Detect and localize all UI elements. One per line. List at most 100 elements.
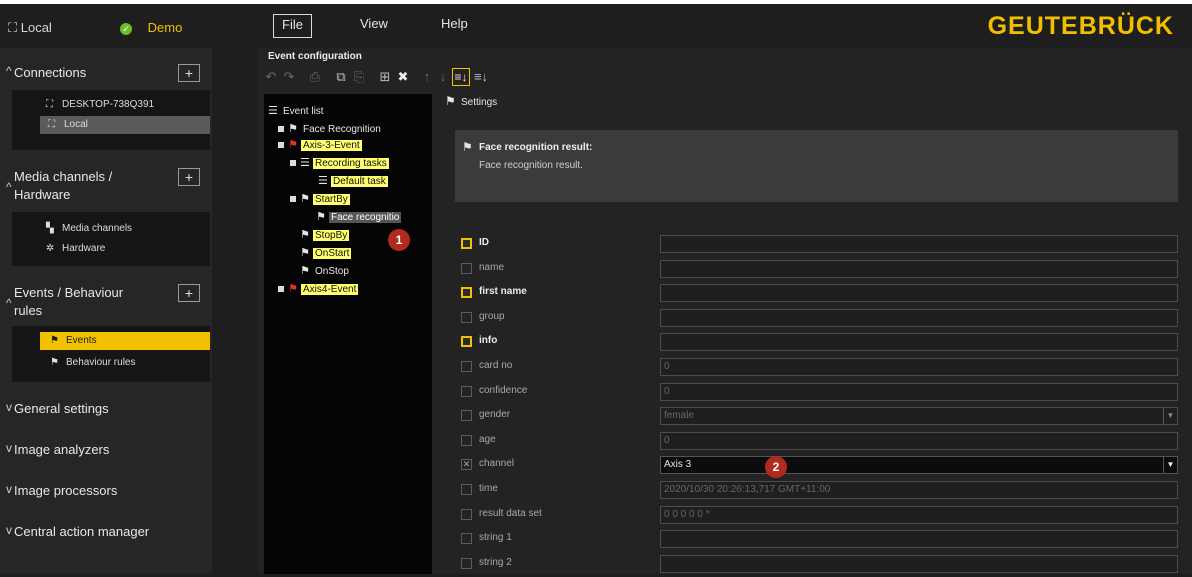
sidebar-item-media-channels[interactable]: ▚ Media channels [46, 220, 132, 238]
field-value-input[interactable] [660, 309, 1178, 327]
field-row-gender: gender female ▼ [460, 407, 1178, 429]
section-title: Central action manager [14, 524, 150, 539]
section-image-analyzers[interactable]: v Image analyzers [0, 441, 212, 461]
add-event-button[interactable]: + [178, 284, 200, 302]
field-value-input[interactable]: Axis 3 ▼ [660, 456, 1178, 474]
tree-node-recording-tasks[interactable]: ☰ Recording tasks [290, 156, 389, 170]
sort-desc-icon[interactable]: ≡↓ [452, 68, 470, 86]
paste-icon[interactable]: ⎘ [350, 68, 368, 86]
add-connection-button[interactable]: + [178, 64, 200, 82]
menu-file[interactable]: File [273, 14, 312, 38]
field-value-input[interactable]: 2020/10/30 20:26:13,717 GMT+11:00 [660, 481, 1178, 499]
field-value-input[interactable] [660, 260, 1178, 278]
sidebar-item-events[interactable]: ⚑ Events [40, 332, 210, 350]
field-checkbox[interactable] [461, 435, 472, 446]
copy-icon[interactable]: ⧉ [332, 68, 350, 86]
section-general-settings[interactable]: v General settings [0, 400, 212, 420]
field-value-input[interactable] [660, 555, 1178, 573]
expander-icon [278, 286, 284, 293]
flag-error-icon: ⚑ [288, 283, 298, 295]
field-row-channel: ✕ channel Axis 3 ▼ [460, 456, 1178, 478]
list-icon: ☰ [318, 175, 328, 187]
field-label: age [479, 434, 496, 445]
tree-node-default-task[interactable]: ☰ Default task [318, 174, 388, 188]
field-checkbox[interactable] [461, 386, 472, 397]
network-icon: ⛶ [48, 119, 55, 130]
redo-icon[interactable]: ↷ [280, 68, 298, 86]
server-selector[interactable]: ⛶ Local [8, 20, 52, 36]
result-description-box: ⚑ Face recognition result: Face recognit… [455, 130, 1178, 202]
move-down-icon[interactable]: ↓ [434, 68, 452, 86]
section-media-hardware[interactable]: ^ Media channels / Hardware + [0, 168, 212, 208]
section-title-line2: Hardware [14, 187, 71, 202]
sort-asc-icon[interactable]: ≡↓ [472, 68, 490, 86]
profile-selector[interactable]: ✓ Demo [120, 20, 182, 35]
flag-icon: ⚑ [445, 94, 456, 108]
field-checkbox[interactable] [461, 361, 472, 372]
field-checkbox[interactable] [461, 312, 472, 323]
print-icon[interactable]: ⎙ [306, 68, 324, 86]
section-events-rules[interactable]: ^ Events / Behaviour rules + [0, 284, 212, 324]
flag-icon: ⚑ [288, 123, 298, 135]
tree-node-face-recognition[interactable]: ⚑ Face Recognition [278, 122, 383, 136]
field-checkbox[interactable] [461, 287, 472, 298]
tree-label: Face recognitio [329, 212, 402, 223]
sidebar-item-local[interactable]: ⛶ Local [40, 116, 210, 134]
chevron-down-icon: v [6, 482, 12, 496]
server-label: Local [20, 20, 52, 35]
section-title: Image processors [14, 483, 118, 498]
menu-help[interactable]: Help [441, 14, 468, 36]
section-image-processors[interactable]: v Image processors [0, 482, 212, 502]
field-value-input[interactable]: 0 [660, 383, 1178, 401]
tree-node-stopby[interactable]: ⚑ StopBy [300, 228, 350, 242]
field-checkbox[interactable] [461, 533, 472, 544]
menu-view[interactable]: View [360, 14, 388, 36]
tree-node-face-recognition-child[interactable]: ⚑ Face recognitio [316, 210, 402, 224]
field-label: channel [479, 458, 515, 469]
sidebar-item-desktop[interactable]: ⛶ DESKTOP-738Q391 [46, 96, 154, 114]
field-checkbox[interactable] [461, 509, 472, 520]
field-checkbox[interactable]: ✕ [461, 459, 472, 470]
section-title: General settings [14, 401, 109, 416]
tree-node-axis4-event[interactable]: ⚑ Axis4-Event [278, 282, 359, 296]
field-value-input[interactable]: 0 [660, 432, 1178, 450]
sidebar-item-hardware[interactable]: ✲ Hardware [46, 240, 105, 258]
section-connections[interactable]: ^ Connections + [0, 64, 212, 84]
field-checkbox[interactable] [461, 410, 472, 421]
tree-node-onstart[interactable]: ⚑ OnStart [300, 246, 352, 260]
add-icon[interactable]: ⊞ [376, 68, 394, 86]
field-value-input[interactable] [660, 530, 1178, 548]
field-value-input[interactable] [660, 284, 1178, 302]
tree-node-startby[interactable]: ⚑ StartBy [290, 192, 350, 206]
field-value-input[interactable]: 0 [660, 358, 1178, 376]
dropdown-arrow-icon[interactable]: ▼ [1163, 408, 1177, 424]
field-value-input[interactable]: female ▼ [660, 407, 1178, 425]
field-checkbox[interactable] [461, 484, 472, 495]
tree-root[interactable]: ☰ Event list [268, 104, 326, 118]
annotation-marker-1: 1 [388, 229, 410, 251]
field-checkbox[interactable] [461, 558, 472, 569]
expander-icon [278, 126, 284, 133]
undo-icon[interactable]: ↶ [262, 68, 280, 86]
sidebar-item-behaviour-rules[interactable]: ⚑ Behaviour rules [50, 354, 135, 372]
dropdown-arrow-icon[interactable]: ▼ [1163, 457, 1177, 473]
add-media-button[interactable]: + [178, 168, 200, 186]
field-label: time [479, 483, 498, 494]
field-row-confidence: confidence 0 [460, 383, 1178, 405]
tree-node-onstop[interactable]: ⚑ OnStop [300, 264, 351, 278]
field-checkbox[interactable] [461, 263, 472, 274]
field-value-input[interactable]: 0 0 0 0 0 * [660, 506, 1178, 524]
delete-icon[interactable]: ✖ [394, 68, 412, 86]
field-value-input[interactable] [660, 333, 1178, 351]
field-row-first-name: first name [460, 284, 1178, 306]
field-label: name [479, 262, 505, 273]
tree-label: StopBy [313, 230, 350, 241]
tree-node-axis3-event[interactable]: ⚑ Axis-3-Event [278, 138, 362, 152]
field-value-input[interactable] [660, 235, 1178, 253]
section-central-action-manager[interactable]: v Central action manager [0, 523, 212, 543]
field-checkbox[interactable] [461, 238, 472, 249]
field-row-name: name [460, 260, 1178, 282]
field-checkbox[interactable] [461, 336, 472, 347]
expander-icon [290, 196, 296, 203]
tree-label: OnStart [313, 248, 352, 259]
